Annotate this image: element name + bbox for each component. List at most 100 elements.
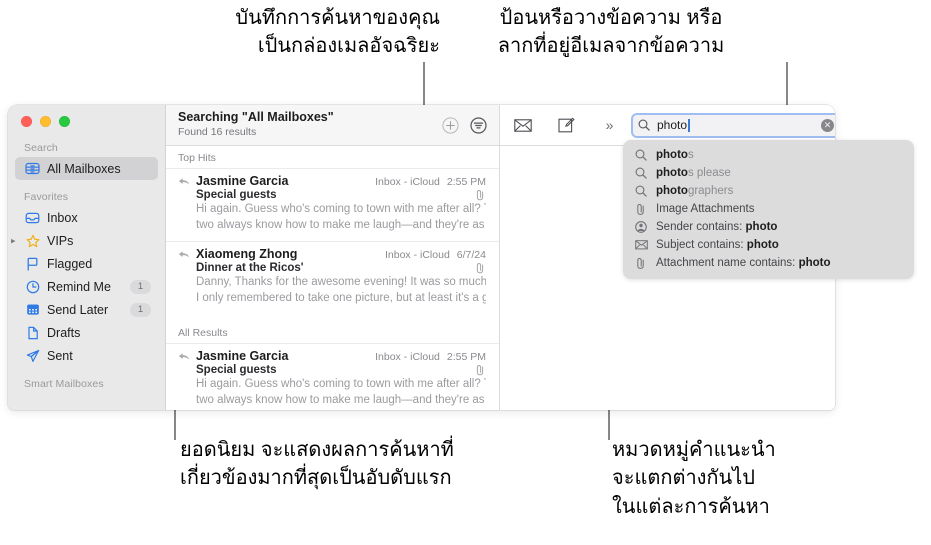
search-suggestions-popup[interactable]: photos photos please photographers Image… [623, 140, 914, 279]
chevron-right-icon[interactable]: ▸ [11, 235, 16, 246]
search-input[interactable]: photo ✕ [631, 112, 835, 138]
calendar-icon [24, 303, 41, 316]
suggestion-completion: graphers [687, 185, 734, 197]
suggestion-token-label: Subject contains: [656, 239, 744, 251]
table-row[interactable]: Xiaomeng Zhong Inbox - iCloud 6/7/24 Din… [166, 240, 499, 314]
unread-badge: 1 [130, 302, 151, 317]
preview-line: two always know how to make me laugh—and… [196, 394, 486, 407]
mailbox-name: Inbox - iCloud [375, 351, 440, 364]
message-subject: Dinner at the Ricos' [196, 261, 304, 274]
message-time: 6/7/24 [456, 248, 486, 261]
suggestion-typed-prefix: photo [656, 185, 688, 197]
suggestion-label: Subject contains: photo [656, 239, 779, 251]
suggestion-label: photos [656, 149, 694, 161]
callout-categories-text: หมวดหมู่คำแนะนำ จะแตกต่างกันไป ในแต่ละกา… [612, 439, 776, 518]
envelope-icon [635, 240, 650, 250]
sidebar-item-label: All Mailboxes [47, 161, 121, 176]
replied-arrow-icon [178, 352, 191, 361]
message-preview: Danny, Thanks for the awesome evening! I… [178, 275, 486, 307]
sidebar-item-vips[interactable]: ▸ VIPs [11, 229, 158, 252]
message-time: 2:55 PM [446, 351, 486, 364]
preview-line: I only remembered to take one picture, b… [196, 291, 486, 304]
suggestion-typed-prefix: photo [656, 149, 688, 161]
sender-name: Xiaomeng Zhong [196, 246, 298, 261]
table-row[interactable]: Jasmine Garcia Inbox - iCloud 2:55 PM Sp… [166, 343, 499, 410]
sidebar-item-all-mailboxes[interactable]: All Mailboxes [15, 157, 158, 180]
suggestion-label: Sender contains: photo [656, 221, 777, 233]
envelope-icon [514, 118, 532, 132]
suggestion-label: photos please [656, 167, 731, 179]
paperclip-icon [475, 262, 486, 274]
message-preview: Hi again. Guess who's coming to town wit… [178, 377, 486, 409]
table-row[interactable]: Jasmine Garcia Inbox - iCloud 2:55 PM Sp… [166, 168, 499, 241]
text-caret [688, 118, 690, 132]
suggestion-item-photos-please[interactable]: photos please [623, 164, 914, 182]
suggestion-label: Image Attachments [656, 203, 754, 215]
sidebar-section-header-search: Search [24, 142, 58, 154]
clear-search-button[interactable]: ✕ [821, 118, 834, 132]
get-mail-button[interactable] [510, 113, 536, 137]
search-icon [635, 167, 650, 179]
suggestion-suffix: please [693, 167, 731, 179]
minimize-window-button[interactable] [40, 116, 51, 127]
compose-button[interactable] [553, 113, 579, 137]
search-input-text-wrap: photo [652, 118, 821, 132]
person-circle-icon [635, 221, 650, 233]
suggestion-item-attachment-name-contains[interactable]: Attachment name contains: photo [623, 254, 914, 272]
more-toolbar-items-button[interactable]: » [596, 113, 622, 137]
sidebar-item-label: Send Later [47, 302, 109, 317]
compose-square-pencil-icon [557, 117, 575, 133]
save-search-button[interactable] [441, 116, 460, 135]
message-list-header-text: Searching "All Mailboxes" Found 16 resul… [178, 110, 432, 139]
sidebar-item-flagged[interactable]: Flagged [15, 252, 158, 275]
sender-name: Jasmine Garcia [196, 174, 289, 188]
suggestion-completion: s [687, 149, 694, 161]
suggestion-item-image-attachments[interactable]: Image Attachments [623, 200, 914, 218]
mailbox-stack-icon [24, 162, 41, 175]
replied-arrow-icon [178, 250, 191, 259]
sidebar-item-send-later[interactable]: Send Later 1 [15, 298, 158, 321]
sidebar-item-label: Flagged [47, 256, 93, 271]
inbox-tray-icon [24, 212, 41, 224]
sidebar-section-header-smart-mailboxes: Smart Mailboxes [24, 378, 104, 390]
suggestion-item-photos[interactable]: photos [623, 146, 914, 164]
suggestion-item-subject-contains[interactable]: Subject contains: photo [623, 236, 914, 254]
replied-arrow-icon [178, 177, 191, 186]
paper-plane-icon [24, 349, 41, 363]
callout-top-hits-text: ยอดนิยม จะแสดงผลการค้นหาที่ เกี่ยวข้องมา… [180, 439, 454, 490]
paperclip-icon [635, 257, 650, 270]
star-icon [24, 234, 41, 248]
message-list-body[interactable]: Top Hits Jasmine Garcia Inbox - iCloud 2… [166, 146, 499, 410]
sidebar-item-label: Remind Me [47, 279, 111, 294]
paperclip-icon [475, 189, 486, 201]
message-subject: Special guests [196, 189, 277, 201]
sidebar-item-drafts[interactable]: Drafts [15, 321, 158, 344]
preview-line: Hi again. Guess who's coming to town wit… [196, 378, 486, 391]
sidebar: Search All Mailboxes Favorites Inbox ▸ V… [8, 105, 166, 410]
preview-line: Danny, Thanks for the awesome evening! I… [196, 275, 486, 288]
sidebar-item-remind-me[interactable]: Remind Me 1 [15, 275, 158, 298]
suggestion-token-term: photo [746, 239, 779, 251]
search-icon [635, 185, 650, 197]
message-list-header: Searching "All Mailboxes" Found 16 resul… [166, 105, 499, 146]
sidebar-item-label: Sent [47, 348, 73, 363]
preview-line: two always know how to make me laugh—and… [196, 218, 486, 231]
message-group-header: Top Hits [178, 152, 216, 164]
callout-save-search-text: บันทึกการค้นหาของคุณ เป็นกล่องเมลอัจฉริย… [235, 7, 440, 58]
sender-name: Jasmine Garcia [196, 349, 289, 364]
suggestion-item-photographers[interactable]: photographers [623, 182, 914, 200]
sidebar-item-inbox[interactable]: Inbox [15, 206, 158, 229]
close-window-button[interactable] [21, 116, 32, 127]
sidebar-item-sent[interactable]: Sent [15, 344, 158, 367]
chevron-double-right-icon: » [605, 117, 614, 133]
plus-circle-icon [442, 116, 459, 134]
suggestion-item-sender-contains[interactable]: Sender contains: photo [623, 218, 914, 236]
search-scope-title: Searching "All Mailboxes" [178, 110, 334, 125]
sidebar-item-label: Inbox [47, 210, 78, 225]
sidebar-item-label: VIPs [47, 233, 74, 248]
message-subject: Special guests [196, 364, 277, 377]
suggestion-token-term: photo [798, 257, 831, 269]
filter-button[interactable] [469, 116, 488, 135]
message-list-column: Searching "All Mailboxes" Found 16 resul… [166, 105, 500, 410]
zoom-window-button[interactable] [59, 116, 70, 127]
